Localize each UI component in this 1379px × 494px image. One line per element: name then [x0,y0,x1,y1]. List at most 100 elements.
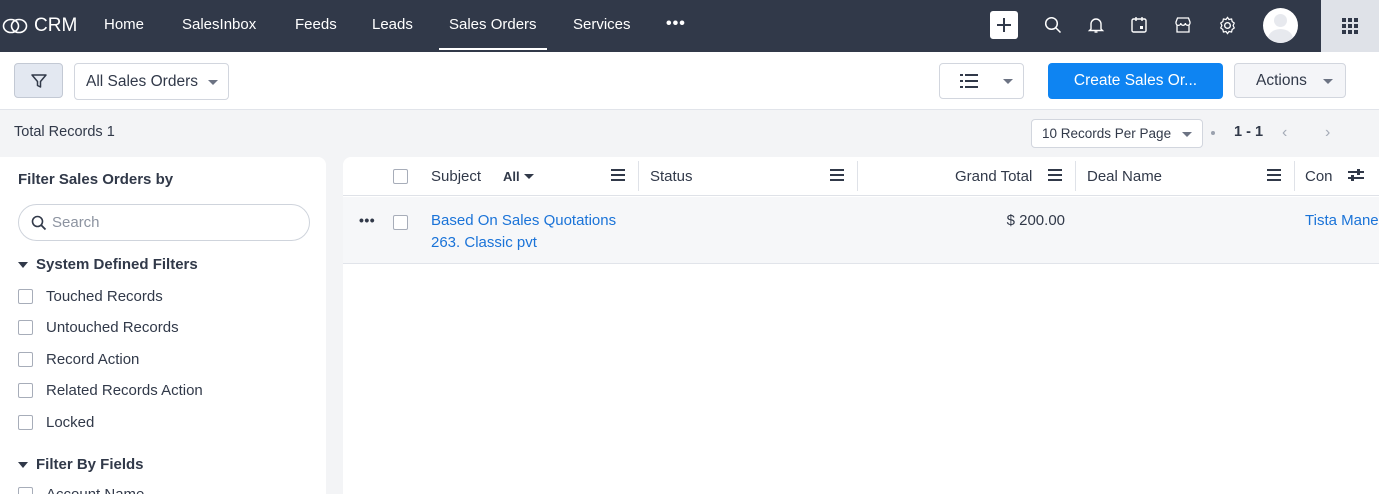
checkbox[interactable] [18,289,33,304]
brand[interactable]: CRM [0,0,77,52]
grand-total-value: $ 200.00 [1006,212,1065,229]
column-header-status[interactable]: Status [650,168,693,185]
table-row[interactable]: ••• Based On Sales Quotations 263. Class… [343,197,1379,264]
records-table: Subject All Status Grand Total Deal Name… [343,157,1379,494]
filter-panel: Filter Sales Orders by System Defined Fi… [0,157,326,494]
prev-page-button[interactable]: ‹ [1282,124,1287,142]
column-header-subject[interactable]: Subject [431,168,481,185]
chevron-down-icon [1323,79,1333,84]
search-icon [1044,16,1062,34]
row-more-button[interactable]: ••• [359,212,375,228]
nav-more-button[interactable]: ••• [666,15,686,33]
table-header: Subject All Status Grand Total Deal Name… [343,157,1379,196]
column-divider [857,161,858,191]
filter-label: Account Name [46,486,144,494]
checkbox[interactable] [18,352,33,367]
field-filters-heading: Filter By Fields [36,456,144,473]
filter-panel-title: Filter Sales Orders by [18,171,174,188]
row-checkbox[interactable] [393,215,408,230]
checkbox[interactable] [18,487,33,494]
nav-item-salesinbox[interactable]: SalesInbox [182,0,256,52]
records-per-page-label: 10 Records Per Page [1042,126,1172,141]
column-menu-icon[interactable] [830,169,844,181]
filter-untouched-records[interactable]: Untouched Records [18,319,179,336]
list-view-icon [960,74,978,88]
column-menu-icon[interactable] [1267,169,1281,181]
quick-create-button[interactable] [990,11,1018,39]
filter-touched-records[interactable]: Touched Records [18,288,163,305]
separator-dot [1211,131,1215,135]
contact-link[interactable]: Tista Manel [1305,212,1379,229]
column-header-deal-name[interactable]: Deal Name [1087,168,1162,185]
marketplace-button[interactable] [1170,12,1196,38]
nav-item-sales-orders[interactable]: Sales Orders [439,0,547,52]
filter-search[interactable] [18,204,310,241]
column-divider [638,161,639,191]
toolbar: All Sales Orders Create Sales Or... Acti… [0,52,1379,110]
apps-grid-icon [1342,18,1358,34]
checkbox[interactable] [18,415,33,430]
create-sales-order-button[interactable]: Create Sales Or... [1048,63,1223,99]
actions-label: Actions [1256,72,1307,89]
filter-toggle-button[interactable] [14,63,63,98]
column-divider [1294,161,1295,191]
column-header-grand-total[interactable]: Grand Total [955,168,1032,185]
filter-icon [30,73,47,88]
next-page-button[interactable]: › [1325,124,1330,142]
settings-button[interactable] [1214,12,1240,38]
filter-record-action[interactable]: Record Action [18,351,139,368]
view-selector-label: All Sales Orders [86,72,198,90]
records-per-page-select[interactable]: 10 Records Per Page [1031,119,1203,148]
subject-link[interactable]: Based On Sales Quotations 263. Classic p… [431,210,646,254]
avatar[interactable] [1263,8,1298,43]
select-all-checkbox[interactable] [393,169,408,184]
nav-item-feeds[interactable]: Feeds [295,0,337,52]
view-mode-toggle[interactable] [939,63,1024,99]
total-records: Total Records 1 [14,124,115,140]
checkbox[interactable] [18,320,33,335]
search-button[interactable] [1040,12,1066,38]
filter-locked[interactable]: Locked [18,414,94,431]
gear-icon [1219,15,1235,35]
column-menu-icon[interactable] [1048,169,1062,181]
apps-button[interactable] [1321,0,1379,52]
filter-related-records-action[interactable]: Related Records Action [18,382,203,399]
top-nav: CRM Home SalesInbox Feeds Leads Sales Or… [0,0,1379,52]
notifications-button[interactable] [1083,12,1109,38]
marketplace-icon [1175,17,1191,33]
subject-filter-dropdown[interactable]: All [503,169,534,184]
column-menu-icon[interactable] [611,169,625,181]
brand-label: CRM [34,15,78,36]
calendar-button[interactable] [1126,12,1152,38]
filter-label: Record Action [46,351,140,368]
filter-search-input[interactable] [52,205,292,240]
column-header-contact[interactable]: Con [1305,168,1333,185]
chevron-down-icon [208,80,218,85]
plus-icon [997,18,1011,32]
column-settings-button[interactable] [1346,166,1368,186]
column-settings-icon [1348,169,1364,181]
checkbox[interactable] [18,383,33,398]
chevron-down-icon [1003,79,1013,84]
total-records-count: 1 [106,124,115,140]
filter-label: Related Records Action [46,382,203,399]
bell-icon [1087,18,1105,33]
crm-logo-icon [2,18,28,34]
column-divider [1075,161,1076,191]
view-selector[interactable]: All Sales Orders [74,63,229,100]
calendar-icon [1131,17,1147,33]
caret-down-icon [18,261,28,268]
field-filters-section[interactable]: Filter By Fields [18,456,144,473]
page-range: 1 - 1 [1234,124,1264,140]
filter-account-name[interactable]: Account Name [18,486,144,494]
system-filters-heading: System Defined Filters [36,256,198,273]
filter-label: Touched Records [46,288,163,305]
total-records-label: Total Records [14,124,103,140]
nav-item-services[interactable]: Services [573,0,631,52]
system-filters-section[interactable]: System Defined Filters [18,256,198,273]
search-icon [31,215,47,231]
nav-item-leads[interactable]: Leads [372,0,413,52]
nav-item-home[interactable]: Home [104,0,144,52]
actions-button[interactable]: Actions [1234,63,1346,98]
filter-label: Untouched Records [46,319,179,336]
